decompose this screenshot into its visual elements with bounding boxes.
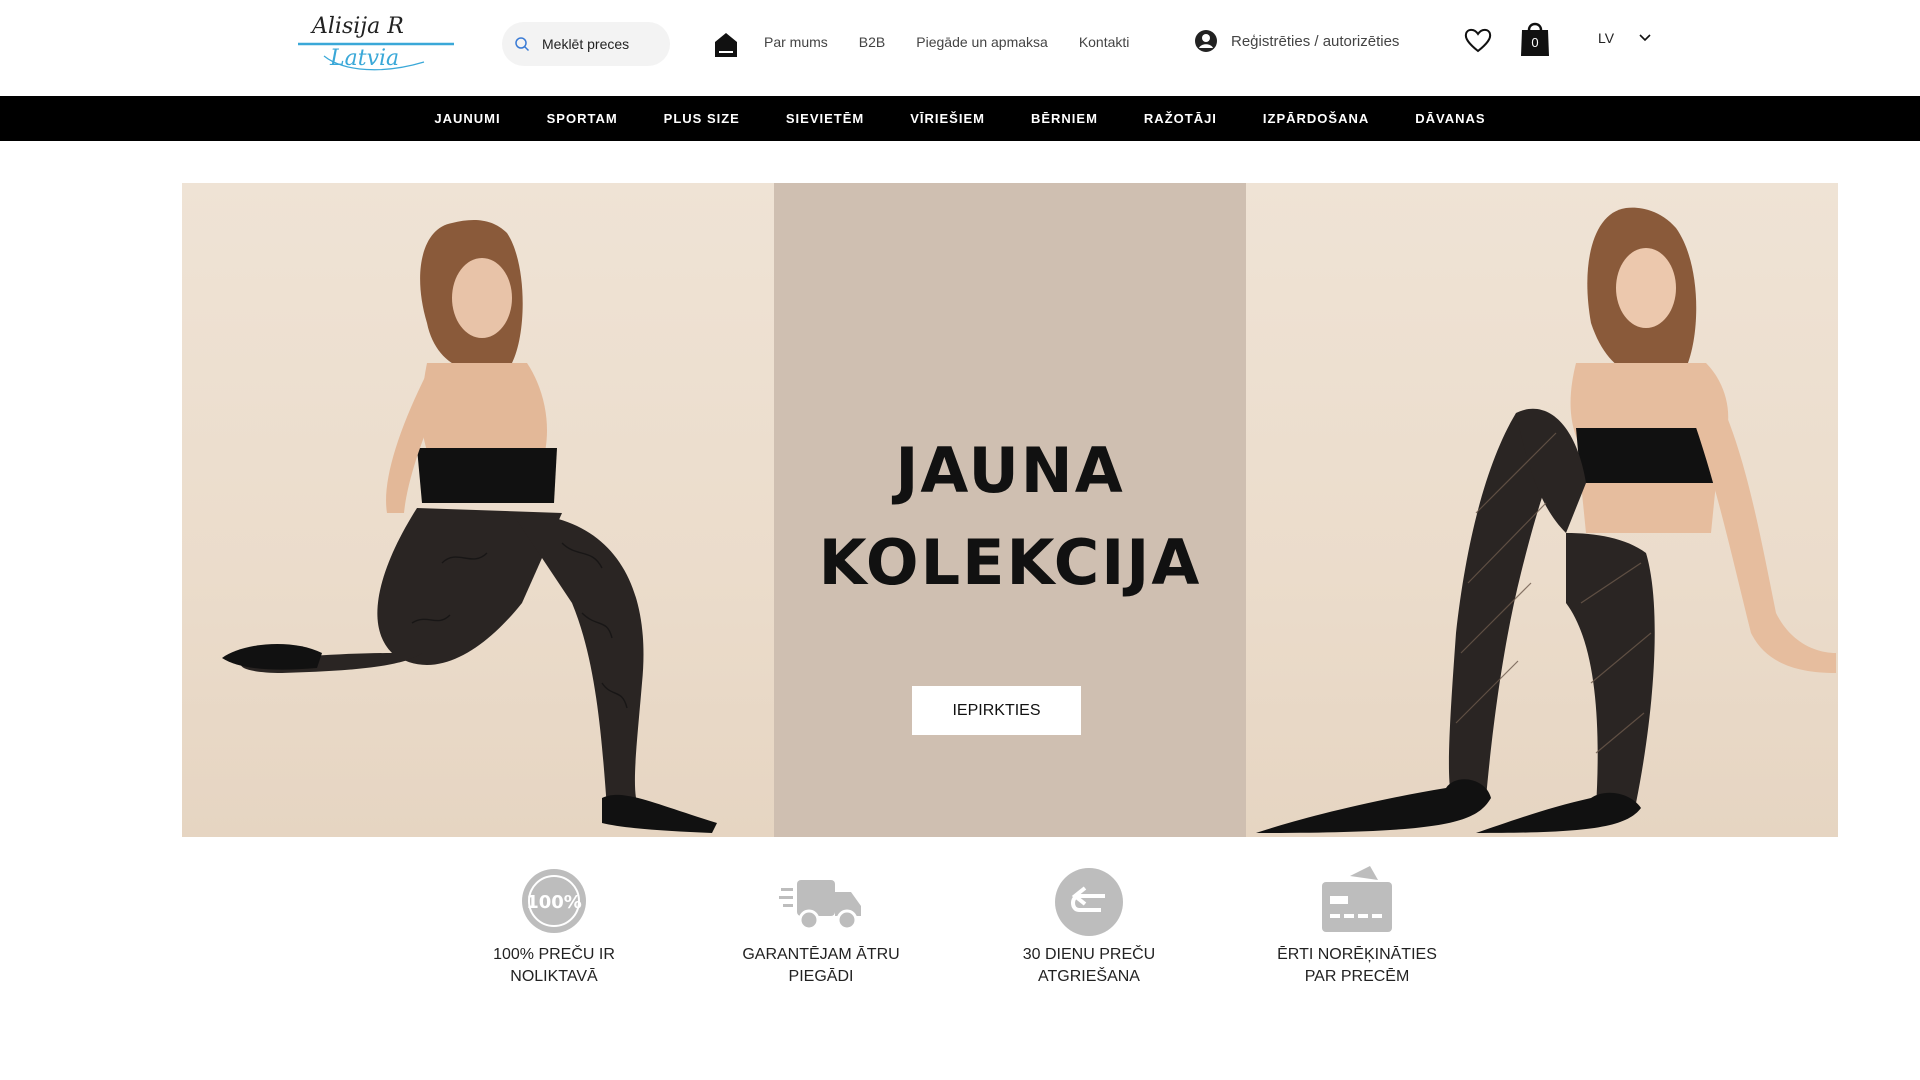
site-logo[interactable]: Alisija R Latvia [294,12,458,78]
search-input[interactable] [540,35,660,53]
nav-item-plus-size[interactable]: PLUS SIZE [664,111,740,126]
link-contacts[interactable]: Kontakti [1079,34,1130,50]
nav-item-men[interactable]: VĪRIEŠIEM [910,111,985,126]
hero-photo-right [1246,183,1838,837]
chevron-down-icon [1639,34,1651,42]
hero-banner: JAUNA KOLEKCIJA IEPIRKTIES [182,183,1838,837]
hero-title-line1: JAUNA [895,434,1125,507]
user-icon [1195,30,1217,52]
main-nav: JAUNUMI SPORTAM PLUS SIZE SIEVIETĒM VĪRI… [0,96,1920,141]
return-arrow-icon [1055,868,1123,936]
credit-card-icon [1322,866,1392,932]
feature-returns-text: 30 DIENU PREČU ATGRIEŠANA [1022,946,1156,985]
feature-in-stock: 100% 100% PREČU IR NOLIKTAVĀ [454,866,654,988]
nav-item-manufacturers[interactable]: RAŽOTĀJI [1144,111,1217,126]
delivery-truck-icon [779,880,861,931]
svg-text:100%: 100% [526,892,582,913]
logo-line1: Alisija R [312,14,404,39]
feature-easy-payment: ĒRTI NORĒĶINĀTIES PAR PRECĒM [1257,866,1457,988]
nav-item-women[interactable]: SIEVIETĒM [786,111,864,126]
heart-icon[interactable] [1464,27,1492,53]
cart-count: 0 [1531,35,1539,50]
nav-item-new[interactable]: JAUNUMI [434,111,500,126]
link-delivery-payment[interactable]: Piegāde un apmaksa [916,34,1048,50]
hero-title-line2: KOLEKCIJA [818,526,1202,599]
model-illustration-right [1256,207,1836,833]
nav-item-gifts[interactable]: DĀVANAS [1415,111,1485,126]
hero-title: JAUNA KOLEKCIJA [774,425,1246,609]
feature-easy-payment-text: ĒRTI NORĒĶINĀTIES PAR PRECĒM [1277,946,1437,985]
account-label: Reģistrēties / autorizēties [1231,32,1400,50]
model-illustration-left [222,220,717,833]
search-box[interactable] [502,22,670,66]
nav-item-sale[interactable]: IZPĀRDOŠANA [1263,111,1369,126]
hundred-percent-badge-icon: 100% [522,869,586,933]
feature-in-stock-text: 100% PREČU IR NOLIKTAVĀ [493,946,615,985]
features-strip: 100% 100% PREČU IR NOLIKTAVĀ GARANTĒJAM … [0,866,1920,1006]
account-login[interactable]: Reģistrēties / autorizēties [1194,29,1399,53]
link-b2b[interactable]: B2B [859,34,885,50]
hero-photo-left [182,183,774,837]
hero-promo-panel: JAUNA KOLEKCIJA IEPIRKTIES [774,183,1246,837]
site-header: Alisija R Latvia Par mums B2B Piegāde un… [0,0,1920,96]
cart-button[interactable]: 0 [1520,19,1550,57]
feature-fast-delivery-text: GARANTĒJAM ĀTRU PIEGĀDI [742,946,900,985]
home-icon[interactable] [714,32,738,58]
nav-item-children[interactable]: BĒRNIEM [1031,111,1098,126]
feature-fast-delivery: GARANTĒJAM ĀTRU PIEGĀDI [721,866,921,988]
language-label: LV [1598,30,1615,46]
logo-line2: Latvia [330,46,400,71]
link-about[interactable]: Par mums [764,34,828,50]
shop-now-button[interactable]: IEPIRKTIES [912,686,1081,735]
nav-item-sport[interactable]: SPORTAM [547,111,618,126]
search-icon [515,37,530,52]
feature-returns: 30 DIENU PREČU ATGRIEŠANA [989,866,1189,988]
top-links: Par mums B2B Piegāde un apmaksa Kontakti [764,34,1160,50]
language-selector[interactable]: LV [1598,30,1652,46]
